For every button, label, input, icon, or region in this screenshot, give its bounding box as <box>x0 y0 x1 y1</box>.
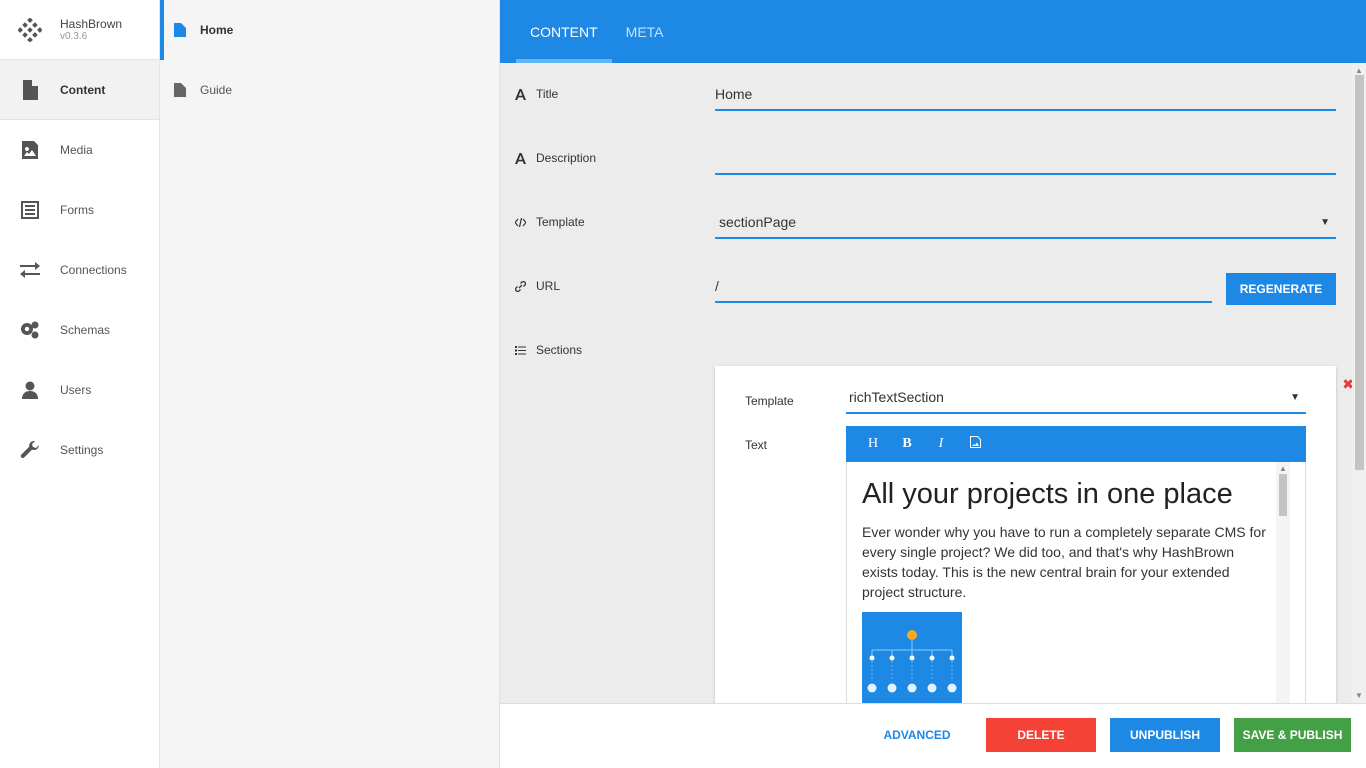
exchange-icon <box>20 262 40 278</box>
hashbrown-logo-icon <box>17 17 43 42</box>
chevron-down-icon: ▼ <box>1320 216 1330 228</box>
url-label-text: URL <box>536 279 561 293</box>
content-paragraph: Ever wonder why you have to run a comple… <box>862 524 1266 600</box>
scroll-up-icon[interactable]: ▲ <box>1355 66 1363 75</box>
nav-item-content[interactable]: Content <box>0 60 159 120</box>
rich-text-toolbar: H B I <box>846 426 1306 462</box>
nav-item-label: Connections <box>60 263 127 277</box>
tree-item-label: Home <box>200 23 234 37</box>
page-scrollbar-thumb[interactable] <box>1355 75 1364 470</box>
tree-item-guide[interactable]: Guide <box>160 60 499 120</box>
advanced-button[interactable]: ADVANCED <box>876 718 958 752</box>
section-template-value: richTextSection <box>849 389 944 405</box>
nav-item-connections[interactable]: Connections <box>0 240 159 300</box>
file-icon <box>174 83 186 97</box>
sections-label-text: Sections <box>536 343 583 357</box>
description-label-text: Description <box>536 151 597 165</box>
nav-item-forms[interactable]: Forms <box>0 180 159 240</box>
section-card: ✖ Template richTextSection ▼ Text H B I … <box>715 366 1352 703</box>
file-icon <box>23 79 38 100</box>
nav-item-label: Users <box>60 383 92 397</box>
nav-item-schemas[interactable]: Schemas <box>0 300 159 360</box>
template-label: Template <box>515 215 585 229</box>
bold-button[interactable]: B <box>890 436 924 452</box>
scroll-down-icon[interactable]: ▼ <box>1355 691 1363 700</box>
heading-button[interactable]: H <box>856 436 890 452</box>
chevron-down-icon: ▼ <box>1290 391 1300 403</box>
nav-item-settings[interactable]: Settings <box>0 420 159 480</box>
template-label-text: Template <box>536 215 585 229</box>
template-select[interactable]: sectionPage ▼ <box>715 207 1336 239</box>
list-icon <box>515 345 526 355</box>
unpublish-button[interactable]: UNPUBLISH <box>1110 718 1220 752</box>
code-icon <box>515 217 526 227</box>
insert-image-button[interactable] <box>958 435 992 453</box>
page-scrollbar[interactable]: ▲ ▼ <box>1352 63 1366 703</box>
save-publish-button[interactable]: SAVE & PUBLISH <box>1234 718 1351 752</box>
editor-scrollbar[interactable]: ▲ <box>1276 462 1290 703</box>
template-select-value: sectionPage <box>719 214 797 230</box>
title-input[interactable]: Home <box>715 79 1336 111</box>
content-image <box>862 612 962 703</box>
user-icon <box>22 381 38 399</box>
link-icon <box>515 280 526 292</box>
rich-text-content: All your projects in one place Ever wond… <box>862 476 1272 703</box>
tab-content[interactable]: CONTENT <box>516 0 612 63</box>
rich-text-editor[interactable]: All your projects in one place Ever wond… <box>846 462 1306 703</box>
section-template-label: Template <box>745 394 794 408</box>
title-label: Title <box>515 87 558 101</box>
cogs-icon <box>21 321 39 339</box>
tab-meta[interactable]: META <box>612 0 678 63</box>
diagram-illustration-icon <box>867 630 957 693</box>
tree-item-label: Guide <box>200 83 233 97</box>
description-label: Description <box>515 151 596 165</box>
main-navigation: HashBrown v0.3.6 Content Media Forms Con… <box>0 0 160 768</box>
nav-item-label: Schemas <box>60 323 111 337</box>
url-label: URL <box>515 279 560 293</box>
tree-item-home[interactable]: Home <box>160 0 499 60</box>
nav-item-label: Content <box>60 82 106 97</box>
description-input[interactable] <box>715 143 1336 175</box>
content-tree-panel: Home Guide <box>160 0 500 768</box>
scroll-up-icon[interactable]: ▲ <box>1279 464 1287 473</box>
nav-item-media[interactable]: Media <box>0 120 159 180</box>
image-icon <box>969 435 981 448</box>
brand-version: v0.3.6 <box>60 30 88 42</box>
nav-item-label: Forms <box>60 203 94 217</box>
form-icon <box>21 201 39 219</box>
section-text-label: Text <box>745 438 768 452</box>
nav-item-label: Media <box>60 143 93 157</box>
brand-name: HashBrown <box>60 16 123 31</box>
editor-fields: Title Home Description Template sectionP… <box>500 63 1352 703</box>
sections-label: Sections <box>515 343 582 357</box>
font-icon <box>515 88 526 100</box>
content-heading: All your projects in one place <box>862 478 1233 510</box>
content-editor: CONTENT META Title Home Description Temp… <box>500 0 1366 768</box>
title-label-text: Title <box>536 87 559 101</box>
remove-section-icon[interactable]: ✖ <box>1342 376 1352 393</box>
nav-item-label: Settings <box>60 443 104 457</box>
editor-footer: ADVANCED DELETE UNPUBLISH SAVE & PUBLISH <box>500 703 1366 768</box>
italic-button[interactable]: I <box>924 436 958 452</box>
nav-item-users[interactable]: Users <box>0 360 159 420</box>
file-icon <box>174 23 186 37</box>
font-icon <box>515 152 526 164</box>
section-template-select[interactable]: richTextSection ▼ <box>846 382 1306 414</box>
editor-tab-bar: CONTENT META <box>500 0 1366 63</box>
url-input[interactable]: / <box>715 271 1212 303</box>
image-icon <box>22 141 38 159</box>
wrench-icon <box>20 440 40 458</box>
regenerate-button[interactable]: REGENERATE <box>1226 273 1336 305</box>
delete-button[interactable]: DELETE <box>986 718 1096 752</box>
brand[interactable]: HashBrown v0.3.6 <box>0 0 159 60</box>
editor-scrollbar-thumb[interactable] <box>1279 474 1287 516</box>
